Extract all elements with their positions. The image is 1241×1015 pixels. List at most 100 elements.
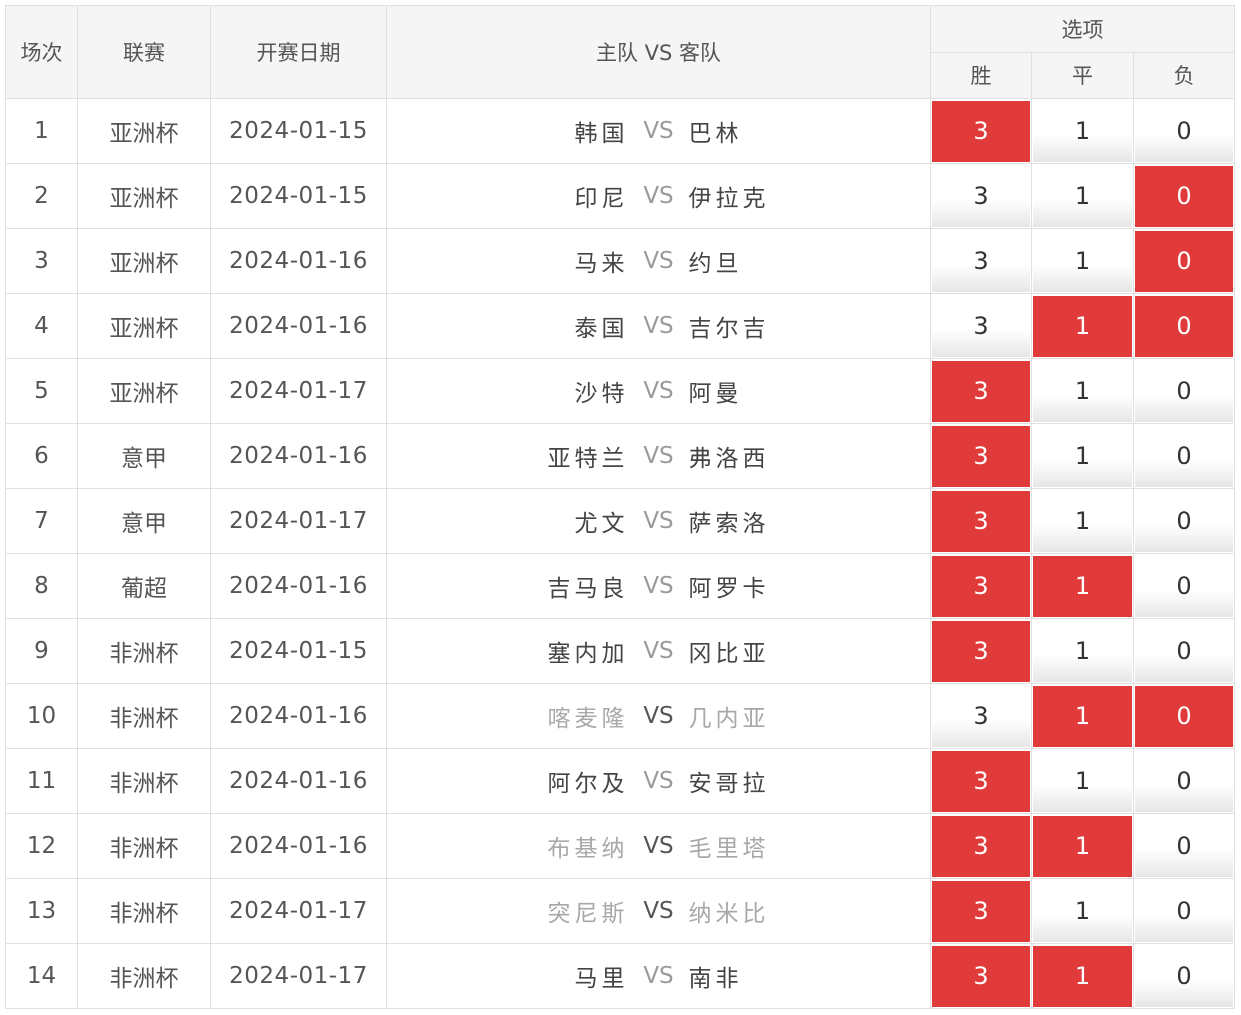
option-win-cell: 3 [930,618,1032,684]
match-date: 2024-01-17 [210,878,387,944]
match-number: 1 [5,98,78,164]
match-number: 13 [5,878,78,944]
away-team: 纳米比 [688,901,770,927]
option-win-button[interactable]: 3 [932,685,1030,747]
league-name: 非洲杯 [77,683,211,749]
home-team: 布基纳 [547,836,629,862]
home-team: 马里 [574,966,629,992]
option-win-button[interactable]: 3 [932,360,1030,422]
option-draw-button[interactable]: 1 [1033,100,1132,162]
option-win-button[interactable]: 3 [932,490,1030,552]
table-row: 13 非洲杯 2024-01-17 突尼斯 VS 纳米比 3 1 0 [5,878,1235,944]
option-draw-button[interactable]: 1 [1033,165,1132,227]
table-row: 12 非洲杯 2024-01-16 布基纳 VS 毛里塔 3 1 0 [5,813,1235,879]
option-draw-button[interactable]: 1 [1033,685,1132,747]
vs-label: VS [643,963,674,989]
option-loss-button[interactable]: 0 [1135,295,1233,357]
table-row: 4 亚洲杯 2024-01-16 泰国 VS 吉尔吉 3 1 0 [5,293,1235,359]
option-loss-button[interactable]: 0 [1135,880,1233,942]
option-win-button[interactable]: 3 [932,815,1030,877]
option-draw-button[interactable]: 1 [1033,295,1132,357]
option-win-button[interactable]: 3 [932,620,1030,682]
home-team: 喀麦隆 [547,706,629,732]
option-loss-cell: 0 [1133,423,1235,489]
away-team: 巴林 [688,121,743,147]
match-teams: 喀麦隆 VS 几内亚 [386,683,931,749]
option-draw-button[interactable]: 1 [1033,945,1132,1007]
match-date: 2024-01-16 [210,683,387,749]
table-row: 10 非洲杯 2024-01-16 喀麦隆 VS 几内亚 3 1 0 [5,683,1235,749]
option-win-button[interactable]: 3 [932,945,1030,1007]
option-draw-button[interactable]: 1 [1033,360,1132,422]
option-loss-cell: 0 [1133,618,1235,684]
option-draw-cell: 1 [1031,488,1134,554]
table-row: 2 亚洲杯 2024-01-15 印尼 VS 伊拉克 3 1 0 [5,163,1235,229]
option-win-button[interactable]: 3 [932,295,1030,357]
match-line: 突尼斯 VS 纳米比 [387,894,930,928]
option-loss-button[interactable]: 0 [1135,815,1233,877]
home-team: 韩国 [574,121,629,147]
home-team: 亚特兰 [547,446,629,472]
option-loss-button[interactable]: 0 [1135,490,1233,552]
league-name: 非洲杯 [77,878,211,944]
option-win-button[interactable]: 3 [932,880,1030,942]
option-loss-button[interactable]: 0 [1135,425,1233,487]
option-win-button[interactable]: 3 [932,555,1030,617]
option-loss-button[interactable]: 0 [1135,100,1233,162]
option-draw-button[interactable]: 1 [1033,230,1132,292]
match-teams: 突尼斯 VS 纳米比 [386,878,931,944]
option-win-cell: 3 [930,98,1032,164]
option-win-cell: 3 [930,553,1032,619]
option-loss-button[interactable]: 0 [1135,945,1233,1007]
option-win-button[interactable]: 3 [932,230,1030,292]
match-date: 2024-01-17 [210,943,387,1009]
match-teams: 泰国 VS 吉尔吉 [386,293,931,359]
option-draw-button[interactable]: 1 [1033,555,1132,617]
away-team: 吉尔吉 [688,316,770,342]
option-draw-button[interactable]: 1 [1033,620,1132,682]
header-draw: 平 [1031,51,1134,99]
option-loss-button[interactable]: 0 [1135,230,1233,292]
match-line: 阿尔及 VS 安哥拉 [387,764,930,798]
league-name: 非洲杯 [77,943,211,1009]
match-number: 10 [5,683,78,749]
match-teams: 沙特 VS 阿曼 [386,358,931,424]
match-number: 2 [5,163,78,229]
option-draw-button[interactable]: 1 [1033,425,1132,487]
league-name: 亚洲杯 [77,98,211,164]
option-loss-button[interactable]: 0 [1135,360,1233,422]
home-team: 马来 [574,251,629,277]
match-number: 9 [5,618,78,684]
option-win-cell: 3 [930,228,1032,294]
option-draw-button[interactable]: 1 [1033,490,1132,552]
option-win-button[interactable]: 3 [932,750,1030,812]
option-win-button[interactable]: 3 [932,100,1030,162]
option-draw-button[interactable]: 1 [1033,880,1132,942]
option-loss-button[interactable]: 0 [1135,555,1233,617]
away-team: 萨索洛 [688,511,770,537]
option-draw-button[interactable]: 1 [1033,750,1132,812]
option-win-cell: 3 [930,748,1032,814]
option-loss-cell: 0 [1133,878,1235,944]
home-team: 泰国 [574,316,629,342]
option-loss-cell: 0 [1133,748,1235,814]
option-draw-button[interactable]: 1 [1033,815,1132,877]
option-win-button[interactable]: 3 [932,165,1030,227]
option-loss-button[interactable]: 0 [1135,620,1233,682]
option-loss-button[interactable]: 0 [1135,750,1233,812]
match-date: 2024-01-17 [210,358,387,424]
option-win-cell: 3 [930,683,1032,749]
vs-label: VS [643,313,674,339]
option-loss-button[interactable]: 0 [1135,685,1233,747]
match-teams: 塞内加 VS 冈比亚 [386,618,931,684]
vs-label: VS [643,118,674,144]
league-name: 意甲 [77,488,211,554]
home-team: 阿尔及 [547,771,629,797]
option-win-button[interactable]: 3 [932,425,1030,487]
match-number: 4 [5,293,78,359]
match-date: 2024-01-16 [210,228,387,294]
match-number: 11 [5,748,78,814]
option-draw-cell: 1 [1031,228,1134,294]
option-loss-button[interactable]: 0 [1135,165,1233,227]
vs-label: VS [643,638,674,664]
